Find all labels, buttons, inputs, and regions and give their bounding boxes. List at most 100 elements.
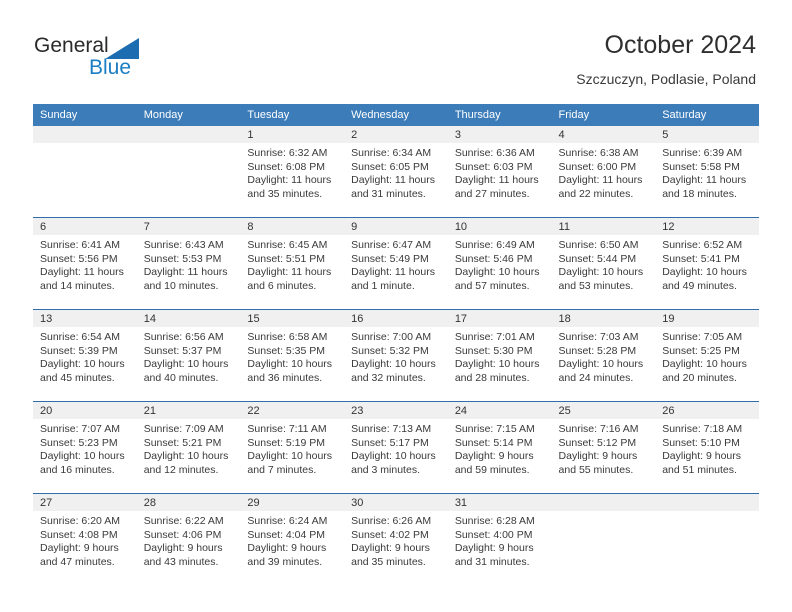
calendar-day-cell[interactable]: 31 Sunrise: 6:28 AM Sunset: 4:00 PM Dayligh… [447,493,552,585]
day-info: Sunrise: 6:45 AM Sunset: 5:51 PM Daylight:… [240,235,344,293]
day-info [552,511,656,515]
weekday-header-friday: Friday [551,104,656,126]
daylight-text-line1: Daylight: 10 hours [662,358,747,371]
weekday-header-wednesday: Wednesday [344,104,448,126]
calendar-day-cell[interactable]: 20 Sunrise: 7:07 AM Sunset: 5:23 PM Dayligh… [33,401,137,494]
calendar-day-cell[interactable]: 1 Sunrise: 6:32 AM Sunset: 6:08 PM Daylight… [240,126,345,218]
calendar-day-cell[interactable]: 23 Sunrise: 7:13 AM Sunset: 5:17 PM Dayligh… [344,401,448,494]
daylight-text-line1: Daylight: 11 hours [454,174,539,187]
calendar-week-row: 6 Sunrise: 6:41 AM Sunset: 5:56 PM Daylight… [33,217,759,310]
title-block: October 2024 Szczuczyn, Podlasie, Poland [576,30,756,88]
calendar-day-cell[interactable]: 19 Sunrise: 7:05 AM Sunset: 5:25 PM Dayligh… [655,309,759,402]
day-cell-body: 16 Sunrise: 7:00 AM Sunset: 5:32 PM Dayligh… [344,310,448,401]
calendar-day-cell[interactable]: 15 Sunrise: 6:58 AM Sunset: 5:35 PM Dayligh… [240,309,345,402]
day-number: 21 [136,402,241,419]
calendar-day-cell[interactable]: 5 Sunrise: 6:39 AM Sunset: 5:58 PM Daylight… [655,126,759,218]
day-cell-body: 12 Sunrise: 6:52 AM Sunset: 5:41 PM Dayligh… [655,218,759,309]
daylight-text-line2: and 35 minutes. [247,187,323,200]
day-info: Sunrise: 6:26 AM Sunset: 4:02 PM Daylight:… [344,511,448,569]
calendar-page: General Blue October 2024 Szczuczyn, Pod… [0,0,792,612]
calendar-day-cell[interactable]: 8 Sunrise: 6:45 AM Sunset: 5:51 PM Daylight… [240,217,345,310]
calendar-week-row: 20 Sunrise: 7:07 AM Sunset: 5:23 PM Dayligh… [33,401,759,494]
daylight-text-line2: and 35 minutes. [351,555,426,568]
sunset-text: Sunset: 5:56 PM [40,252,118,265]
day-number: 7 [136,218,241,235]
daylight-text-line2: and 7 minutes. [247,463,317,476]
day-cell-body: 5 Sunrise: 6:39 AM Sunset: 5:58 PM Daylight… [655,126,759,217]
calendar-day-cell[interactable]: 29 Sunrise: 6:24 AM Sunset: 4:04 PM Dayligh… [240,493,345,585]
calendar-day-cell[interactable]: 18 Sunrise: 7:03 AM Sunset: 5:28 PM Dayligh… [551,309,656,402]
daylight-text-line1: Daylight: 10 hours [40,358,125,371]
day-info: Sunrise: 7:00 AM Sunset: 5:32 PM Daylight:… [344,327,448,385]
calendar-day-cell[interactable]: 9 Sunrise: 6:47 AM Sunset: 5:49 PM Daylight… [344,217,448,310]
calendar-day-cell[interactable]: 26 Sunrise: 7:18 AM Sunset: 5:10 PM Dayligh… [655,401,759,494]
daylight-text-line2: and 51 minutes. [662,463,737,476]
day-info: Sunrise: 6:58 AM Sunset: 5:35 PM Daylight:… [240,327,344,385]
day-number: 12 [655,218,759,235]
day-cell-body: 21 Sunrise: 7:09 AM Sunset: 5:21 PM Dayligh… [136,402,241,493]
calendar-day-cell[interactable]: 11 Sunrise: 6:50 AM Sunset: 5:44 PM Dayligh… [551,217,656,310]
day-number: 27 [33,494,137,511]
calendar-day-cell[interactable]: 16 Sunrise: 7:00 AM Sunset: 5:32 PM Dayligh… [344,309,448,402]
sunrise-text: Sunrise: 6:41 AM [40,239,120,251]
calendar-day-cell[interactable]: 12 Sunrise: 6:52 AM Sunset: 5:41 PM Dayligh… [655,217,759,310]
sunrise-text: Sunrise: 6:56 AM [143,331,224,343]
sunrise-text: Sunrise: 6:32 AM [247,147,328,159]
sunrise-text: Sunrise: 6:54 AM [40,331,120,343]
daylight-text-line1: Daylight: 10 hours [558,266,644,279]
daylight-text-line1: Daylight: 11 hours [143,266,228,279]
weekday-header-tuesday: Tuesday [240,104,345,126]
sunrise-text: Sunrise: 6:24 AM [247,515,328,527]
daylight-text-line2: and 18 minutes. [662,187,737,200]
calendar-day-cell[interactable]: 4 Sunrise: 6:38 AM Sunset: 6:00 PM Daylight… [551,126,656,218]
day-cell-body: 8 Sunrise: 6:45 AM Sunset: 5:51 PM Daylight… [240,218,345,309]
day-number: 19 [655,310,759,327]
day-cell-body: 25 Sunrise: 7:16 AM Sunset: 5:12 PM Dayligh… [551,402,656,493]
calendar-day-cell[interactable]: 28 Sunrise: 6:22 AM Sunset: 4:06 PM Dayligh… [136,493,241,585]
calendar-day-cell[interactable]: 25 Sunrise: 7:16 AM Sunset: 5:12 PM Dayligh… [551,401,656,494]
day-cell-body [551,494,656,585]
calendar-day-cell[interactable]: 24 Sunrise: 7:15 AM Sunset: 5:14 PM Dayligh… [447,401,552,494]
day-number: 23 [344,402,448,419]
calendar-day-cell [33,126,137,218]
sunset-text: Sunset: 4:00 PM [454,528,533,541]
day-number: 30 [344,494,448,511]
day-cell-body: 29 Sunrise: 6:24 AM Sunset: 4:04 PM Dayligh… [240,494,345,585]
calendar-day-cell[interactable]: 21 Sunrise: 7:09 AM Sunset: 5:21 PM Dayligh… [136,401,241,494]
general-blue-logo[interactable]: General Blue [34,34,234,84]
calendar-day-cell[interactable]: 6 Sunrise: 6:41 AM Sunset: 5:56 PM Daylight… [33,217,137,310]
calendar-day-cell[interactable]: 27 Sunrise: 6:20 AM Sunset: 4:08 PM Dayligh… [33,493,137,585]
day-number: 17 [447,310,552,327]
sunset-text: Sunset: 5:10 PM [662,436,740,449]
sunrise-text: Sunrise: 6:34 AM [351,147,432,159]
calendar-day-cell[interactable]: 22 Sunrise: 7:11 AM Sunset: 5:19 PM Dayligh… [240,401,345,494]
day-cell-body: 27 Sunrise: 6:20 AM Sunset: 4:08 PM Dayligh… [33,494,137,585]
day-info: Sunrise: 6:38 AM Sunset: 6:00 PM Daylight:… [552,143,656,201]
calendar-header-row: Sunday Monday Tuesday Wednesday Thursday… [33,104,759,126]
calendar-day-cell[interactable]: 30 Sunrise: 6:26 AM Sunset: 4:02 PM Dayligh… [344,493,448,585]
day-cell-body: 3 Sunrise: 6:36 AM Sunset: 6:03 PM Daylight… [447,126,552,217]
day-cell-body: 30 Sunrise: 6:26 AM Sunset: 4:02 PM Dayligh… [344,494,448,585]
daylight-text-line1: Daylight: 9 hours [558,450,638,463]
calendar-day-cell[interactable]: 2 Sunrise: 6:34 AM Sunset: 6:05 PM Daylight… [344,126,448,218]
calendar-day-cell[interactable]: 14 Sunrise: 6:56 AM Sunset: 5:37 PM Dayligh… [136,309,241,402]
daylight-text-line2: and 40 minutes. [143,371,219,384]
calendar-day-cell[interactable]: 7 Sunrise: 6:43 AM Sunset: 5:53 PM Daylight… [136,217,241,310]
day-cell-body: 19 Sunrise: 7:05 AM Sunset: 5:25 PM Dayligh… [655,310,759,401]
day-info: Sunrise: 7:16 AM Sunset: 5:12 PM Daylight:… [552,419,656,477]
sunset-text: Sunset: 5:14 PM [454,436,533,449]
sunrise-text: Sunrise: 6:22 AM [143,515,224,527]
daylight-text-line1: Daylight: 10 hours [247,450,333,463]
day-cell-body: 20 Sunrise: 7:07 AM Sunset: 5:23 PM Dayligh… [33,402,137,493]
calendar-day-cell[interactable]: 13 Sunrise: 6:54 AM Sunset: 5:39 PM Dayligh… [33,309,137,402]
sunrise-text: Sunrise: 7:15 AM [454,423,535,435]
logo-text-blue: Blue [89,56,132,79]
day-info: Sunrise: 7:18 AM Sunset: 5:10 PM Daylight:… [655,419,759,477]
calendar-day-cell[interactable]: 3 Sunrise: 6:36 AM Sunset: 6:03 PM Daylight… [447,126,552,218]
day-cell-body: 11 Sunrise: 6:50 AM Sunset: 5:44 PM Dayligh… [551,218,656,309]
calendar-day-cell[interactable]: 17 Sunrise: 7:01 AM Sunset: 5:30 PM Dayligh… [447,309,552,402]
sunrise-text: Sunrise: 6:20 AM [40,515,120,527]
daylight-text-line1: Daylight: 11 hours [351,266,435,279]
daylight-text-line2: and 36 minutes. [247,371,323,384]
calendar-day-cell[interactable]: 10 Sunrise: 6:49 AM Sunset: 5:46 PM Dayligh… [447,217,552,310]
